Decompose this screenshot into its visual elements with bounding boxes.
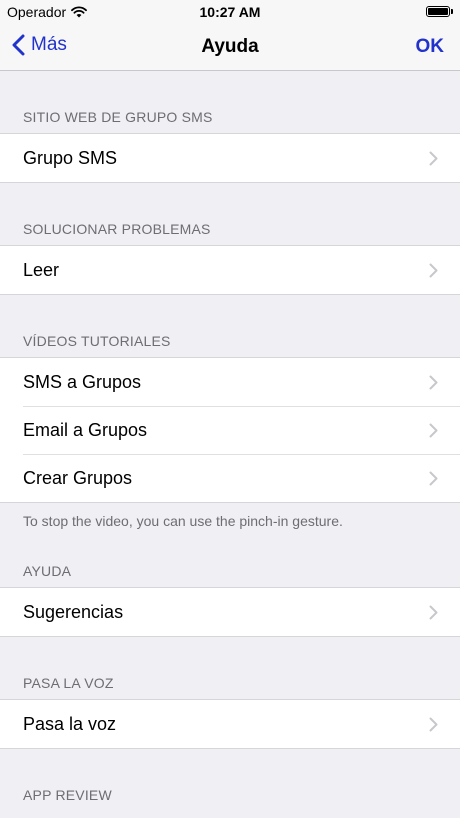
section-group-website: Grupo SMS — [0, 133, 460, 183]
row-label: SMS a Grupos — [23, 371, 142, 392]
row-label: Leer — [23, 259, 60, 280]
chevron-right-icon — [429, 605, 438, 620]
navigation-bar: Más Ayuda OK — [0, 24, 460, 71]
battery-icon — [426, 6, 453, 17]
status-time: 10:27 AM — [199, 4, 261, 20]
row-label: Grupo SMS — [23, 147, 118, 168]
section-header-troubleshoot: SOLUCIONAR PROBLEMAS — [23, 221, 211, 237]
done-button[interactable]: OK — [416, 36, 445, 58]
chevron-right-icon — [429, 263, 438, 278]
section-group-share: Pasa la voz — [0, 699, 460, 749]
settings-list: SITIO WEB DE GRUPO SMS Grupo SMS SOLUCIO… — [0, 71, 460, 811]
chevron-right-icon — [429, 423, 438, 438]
chevron-right-icon — [429, 471, 438, 486]
chevron-right-icon — [429, 151, 438, 166]
row-label: Email a Grupos — [23, 419, 148, 440]
section-group-videos: SMS a Grupos Email a Grupos Crear Grupos — [0, 357, 460, 503]
row-leer[interactable]: Leer — [0, 246, 460, 294]
row-grupo-sms[interactable]: Grupo SMS — [0, 134, 460, 182]
section-group-help: Sugerencias — [0, 587, 460, 637]
section-header-website: SITIO WEB DE GRUPO SMS — [23, 109, 213, 125]
row-label: Crear Grupos — [23, 467, 133, 488]
row-sugerencias[interactable]: Sugerencias — [0, 588, 460, 636]
chevron-right-icon — [429, 717, 438, 732]
row-label: Pasa la voz — [23, 713, 117, 734]
status-bar: Operador 10:27 AM — [0, 0, 460, 24]
chevron-right-icon — [429, 375, 438, 390]
row-crear-grupos[interactable]: Crear Grupos — [0, 454, 460, 502]
section-header-share: PASA LA VOZ — [23, 675, 114, 691]
row-label: Sugerencias — [23, 601, 124, 622]
section-header-review: APP REVIEW — [23, 787, 112, 803]
row-sms-a-grupos[interactable]: SMS a Grupos — [0, 358, 460, 406]
section-header-videos: VÍDEOS TUTORIALES — [23, 333, 171, 349]
row-pasa-la-voz[interactable]: Pasa la voz — [0, 700, 460, 748]
section-header-help: AYUDA — [23, 563, 72, 579]
page-title: Ayuda — [201, 36, 259, 57]
section-footer-videos: To stop the video, you can use the pinch… — [23, 513, 343, 529]
section-group-troubleshoot: Leer — [0, 245, 460, 295]
row-email-a-grupos[interactable]: Email a Grupos — [0, 406, 460, 454]
